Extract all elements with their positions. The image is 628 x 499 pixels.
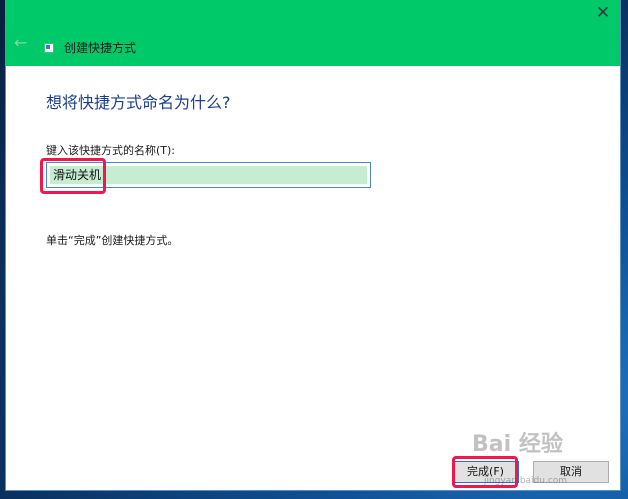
close-icon[interactable]: ✕ xyxy=(592,2,614,24)
shortcut-name-label: 键入该快捷方式的名称(T): xyxy=(46,144,176,157)
wizard-title: 创建快捷方式 xyxy=(64,41,137,55)
back-arrow-icon[interactable]: ← xyxy=(14,35,30,51)
annotation-highlight-name xyxy=(40,158,106,194)
create-shortcut-dialog: ✕ ← 创建快捷方式 想将快捷方式命名为什么? 键入该快捷方式的名称(T): 滑… xyxy=(6,0,620,490)
baidu-watermark-site: jingyan.baidu.com xyxy=(484,476,568,486)
shortcut-app-icon xyxy=(44,43,54,53)
finish-hint-text: 单击“完成”创建快捷方式。 xyxy=(46,234,179,247)
page-heading: 想将快捷方式命名为什么? xyxy=(46,93,231,112)
dialog-header: ✕ ← 创建快捷方式 xyxy=(6,0,620,66)
